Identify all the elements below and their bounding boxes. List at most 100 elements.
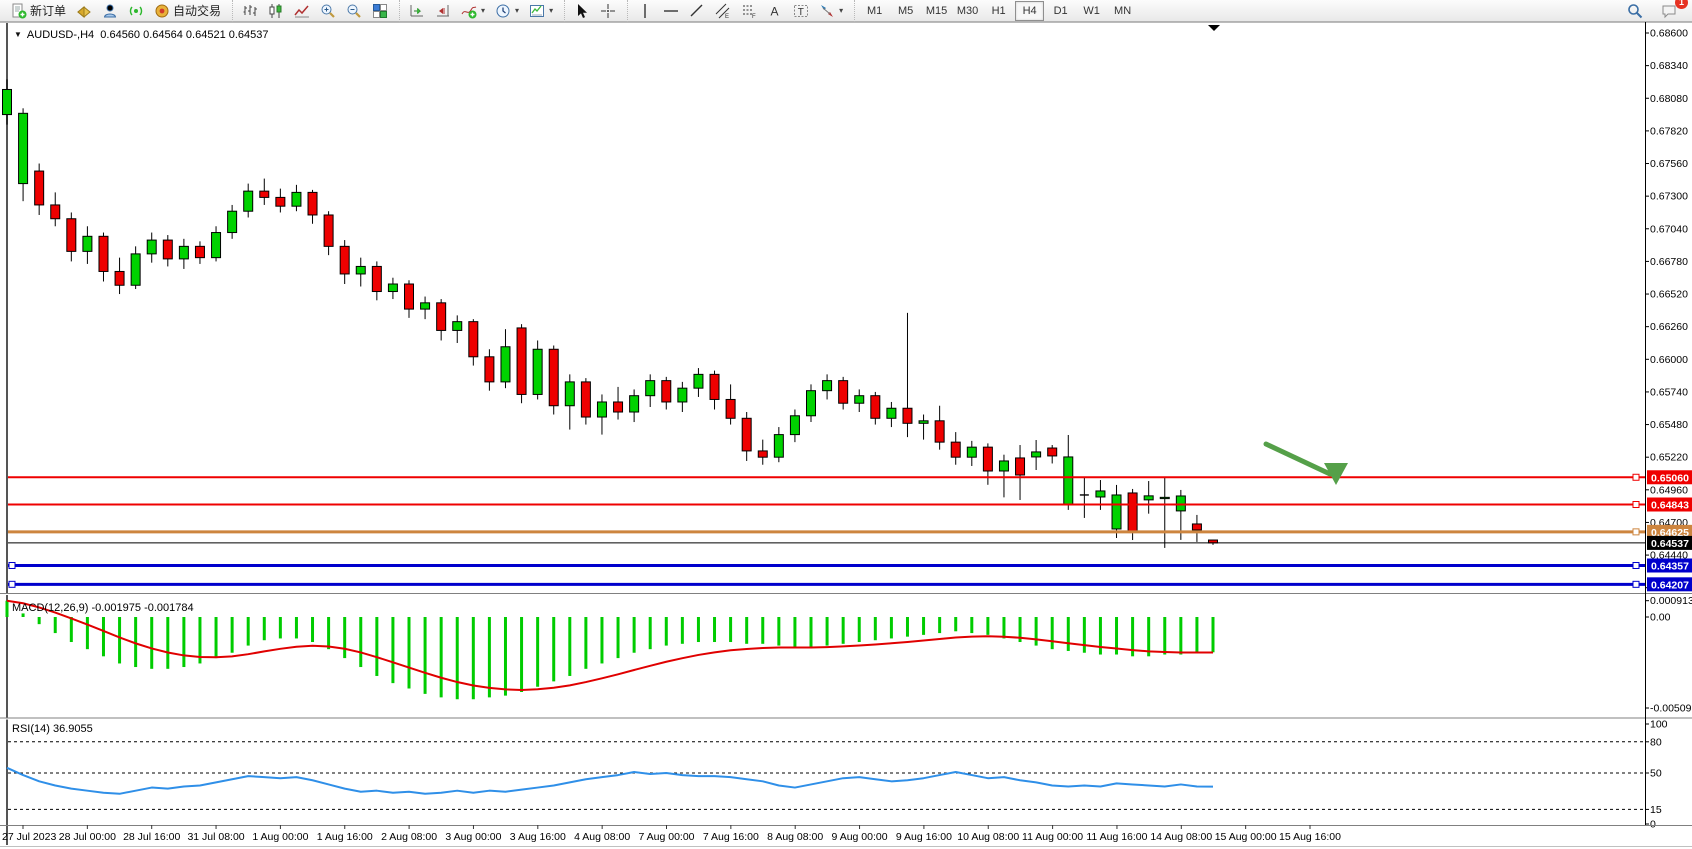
periods-button[interactable]: ▾ [490,0,524,22]
chart-window[interactable]: 0.686000.683400.680800.678200.675600.673… [0,22,1692,849]
svg-text:A: A [771,4,779,18]
timeframe-h4[interactable]: H4 [1015,1,1044,21]
fibonacci-icon: F [741,3,757,19]
bar-chart-button[interactable] [237,0,263,22]
signals-button[interactable] [123,0,149,22]
candle-body [453,322,462,331]
timeframe-w1[interactable]: W1 [1077,1,1106,21]
search-button[interactable] [1622,0,1648,22]
candle-body [485,357,494,382]
timeframe-m30[interactable]: M30 [953,1,982,21]
candle-body [260,191,269,197]
chart-profile-button[interactable] [71,0,97,22]
candle-body [823,381,832,391]
tile-windows-button[interactable] [367,0,393,22]
cursor-button[interactable] [569,0,595,22]
candle-body [662,381,671,402]
time-tick-label: 10 Aug 08:00 [957,831,1019,843]
notifications-button[interactable]: 1 [1656,0,1682,22]
arrows-button[interactable]: ▾ [814,0,848,22]
new-order-button[interactable]: 新订单 [6,0,71,22]
text-button[interactable]: A [762,0,788,22]
auto-scroll-button[interactable] [404,0,430,22]
price-tick-label: 0.66780 [1650,256,1688,268]
time-tick-label: 11 Aug 16:00 [1086,831,1147,843]
candle-body [614,402,623,412]
vertical-line-button[interactable] [632,0,658,22]
autotrading-button-label: 自动交易 [173,2,221,19]
line-handle[interactable] [1633,529,1639,535]
chart-type-group [232,0,397,22]
trendline-button[interactable] [684,0,710,22]
trendline-icon [689,3,705,19]
line-handle[interactable] [1633,581,1639,587]
time-tick-label: 3 Aug 00:00 [445,831,501,843]
candle-body [147,240,156,254]
chart-tools-group: ▾▾▾ [399,0,562,22]
candle-body [726,399,735,418]
candle-body [581,382,590,417]
channel-button[interactable]: E [710,0,736,22]
timeframe-m5[interactable]: M5 [891,1,920,21]
candle-body [887,408,896,418]
candle-body [179,246,188,259]
timeframe-mn[interactable]: MN [1108,1,1137,21]
candle-body [1048,448,1057,456]
timeframe-h1[interactable]: H1 [984,1,1013,21]
accounts-button[interactable] [97,0,123,22]
candle-body [405,284,414,309]
price-tick-label: 0.67040 [1650,223,1688,235]
text-label-button[interactable]: T [788,0,814,22]
candle-body [790,416,799,435]
candle-body [35,171,44,205]
price-tick-label: 0.67820 [1650,125,1688,137]
crosshair-button[interactable] [595,0,621,22]
zoom-in-button[interactable] [315,0,341,22]
svg-text:T: T [798,7,804,18]
time-tick-label: 31 Jul 08:00 [187,831,244,843]
timeframe-m15[interactable]: M15 [922,1,951,21]
candle-body [51,205,60,219]
time-tick-label: 1 Aug 00:00 [252,831,308,843]
candle-body [19,113,28,183]
line-handle[interactable] [9,562,15,568]
candle-body [549,349,558,405]
time-tick-label: 8 Aug 08:00 [767,831,823,843]
indicators-button[interactable]: ▾ [456,0,490,22]
account-icon [102,3,118,19]
candlestick-chart-button[interactable] [263,0,289,22]
text-label-icon: T [793,3,809,19]
candle-body [678,388,687,402]
candle-body [372,266,381,291]
candle-body [228,211,237,232]
line-handle[interactable] [1633,502,1639,508]
macd-tick-label: -0.005093 [1650,703,1692,715]
template-icon [529,3,545,19]
candle-body [1112,495,1121,529]
zoom-out-button[interactable] [341,0,367,22]
line-handle[interactable] [9,581,15,587]
autotrading-button[interactable]: 自动交易 [149,0,226,22]
time-tick-label: 28 Jul 16:00 [123,831,180,843]
candle-body [3,89,12,114]
timeframe-m1[interactable]: M1 [860,1,889,21]
line-chart-button[interactable] [289,0,315,22]
channel-icon: E [715,3,731,19]
candle-body [115,271,124,285]
templates-button[interactable]: ▾ [524,0,558,22]
time-tick-label: 4 Aug 08:00 [574,831,630,843]
toolbar-right: 1 [1622,0,1692,22]
candle-body [1192,524,1201,530]
timeframe-d1[interactable]: D1 [1046,1,1075,21]
chart-shift-button[interactable] [430,0,456,22]
symbol-dropdown-icon[interactable]: ▼ [14,30,22,39]
price-line-label: 0.64357 [1651,560,1689,572]
fibonacci-button[interactable]: F [736,0,762,22]
line-handle[interactable] [1633,474,1639,480]
price-chart-canvas[interactable]: 0.686000.683400.680800.678200.675600.673… [0,22,1692,849]
candle-body [437,303,446,331]
line-handle[interactable] [1633,562,1639,568]
rsi-tick-label: 15 [1650,804,1662,816]
horizontal-line-button[interactable] [658,0,684,22]
candle-body [292,192,301,206]
